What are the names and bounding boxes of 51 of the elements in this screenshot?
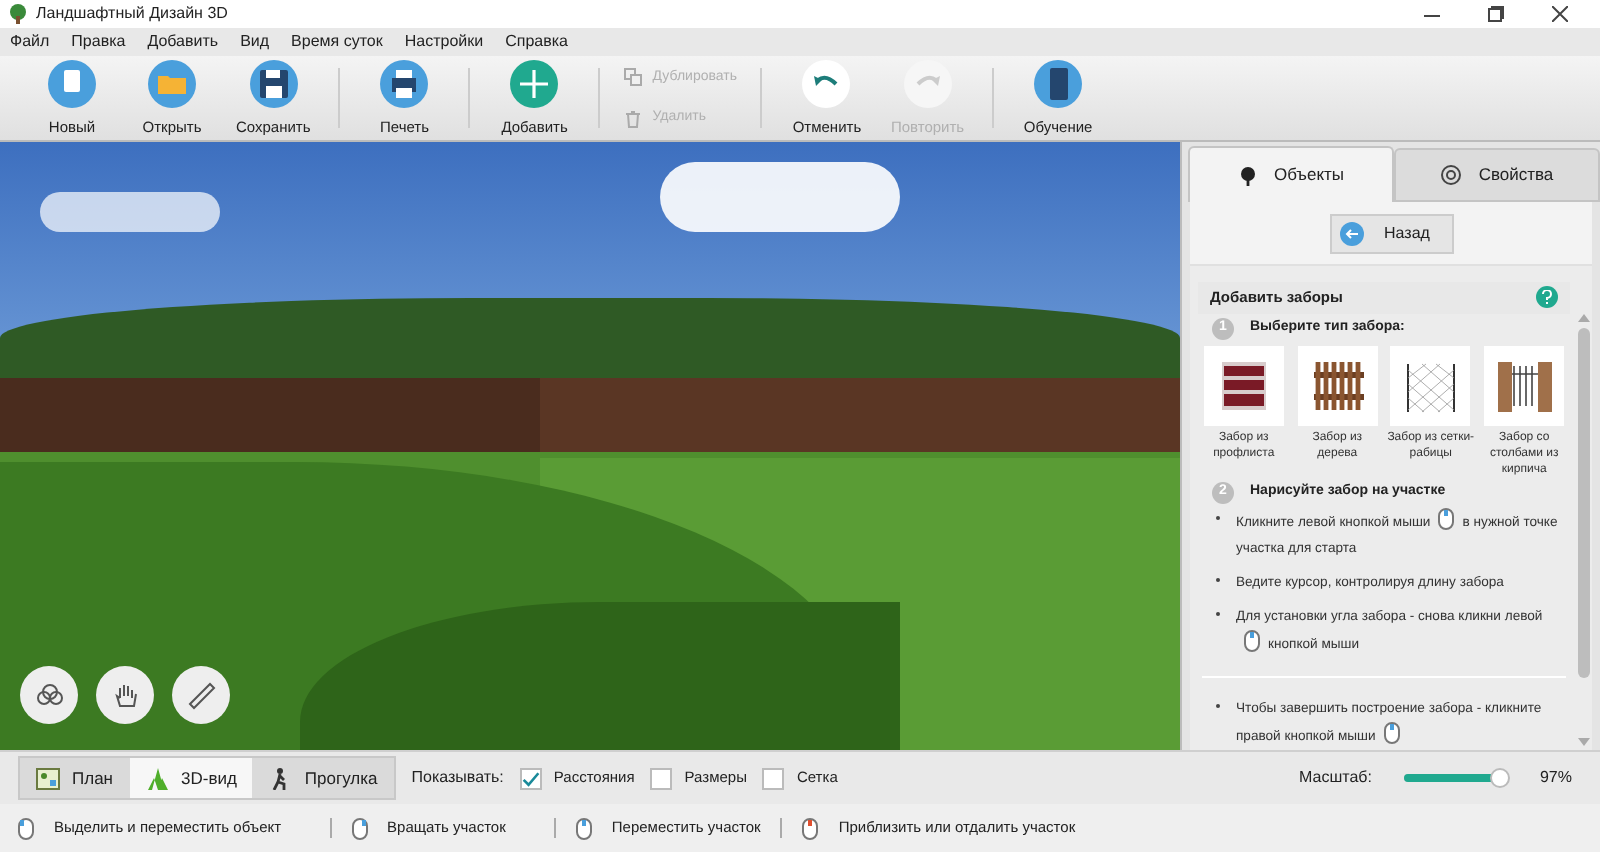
show-label: Показывать:	[411, 766, 504, 790]
app-tree-icon	[8, 4, 28, 24]
document-icon	[46, 57, 98, 110]
folder-icon	[146, 57, 198, 110]
maximize-icon[interactable]	[1488, 6, 1504, 22]
plan-icon	[36, 767, 60, 789]
mouse-icon	[1244, 630, 1260, 653]
check-icon	[521, 769, 540, 787]
menu-item[interactable]: Вид	[240, 30, 270, 54]
mouse-icon	[351, 817, 368, 839]
undo-icon	[800, 57, 853, 110]
floppy-disk-icon	[247, 57, 300, 110]
help-icon[interactable]	[1536, 286, 1558, 309]
panel-tab[interactable]: Объекты	[1188, 146, 1394, 202]
window-title: Ландшафтный Дизайн 3D	[36, 2, 228, 26]
scroll-thumb[interactable]	[1577, 328, 1589, 678]
panel-tab[interactable]: Свойства	[1394, 148, 1600, 202]
book-icon	[1032, 57, 1085, 110]
grass-icon	[145, 767, 169, 789]
checkbox[interactable]	[762, 767, 785, 789]
tree-icon	[1237, 165, 1258, 185]
ruler-icon	[187, 681, 215, 709]
scale-reading: 97%	[1539, 766, 1572, 790]
view-mode-tab[interactable]: 3D-вид	[129, 758, 253, 798]
back-button[interactable]: Назад	[1329, 213, 1453, 253]
scroll-down-icon[interactable]	[1577, 738, 1589, 746]
hand-icon	[113, 681, 137, 709]
menu-item[interactable]: Добавить	[147, 30, 219, 54]
plus-icon	[508, 57, 561, 110]
menu-item[interactable]: Справка	[505, 30, 568, 54]
menu-item[interactable]: Правка	[71, 30, 126, 54]
mouse-icon	[1383, 722, 1400, 745]
menu-item[interactable]: Настройки	[404, 30, 484, 54]
copy-icon	[624, 68, 643, 87]
scroll-up-icon[interactable]	[1577, 314, 1589, 322]
trash-icon	[624, 109, 643, 128]
scale-slider[interactable]	[1403, 768, 1508, 788]
mouse-icon	[575, 817, 592, 839]
menu-item[interactable]: Время суток	[291, 30, 383, 54]
mouse-icon	[18, 817, 34, 839]
checkbox[interactable]	[650, 767, 673, 789]
tree-icon	[35, 681, 63, 709]
close-icon[interactable]	[1552, 6, 1568, 22]
checkbox[interactable]	[519, 767, 542, 789]
menu-item[interactable]: Файл	[10, 30, 50, 54]
printer-icon	[378, 57, 431, 110]
slider-thumb[interactable]	[1490, 768, 1511, 788]
mouse-icon	[802, 817, 819, 839]
gear-icon	[1440, 164, 1463, 186]
mouse-icon	[1438, 508, 1455, 531]
scale-label: Масштаб:	[1299, 766, 1372, 790]
